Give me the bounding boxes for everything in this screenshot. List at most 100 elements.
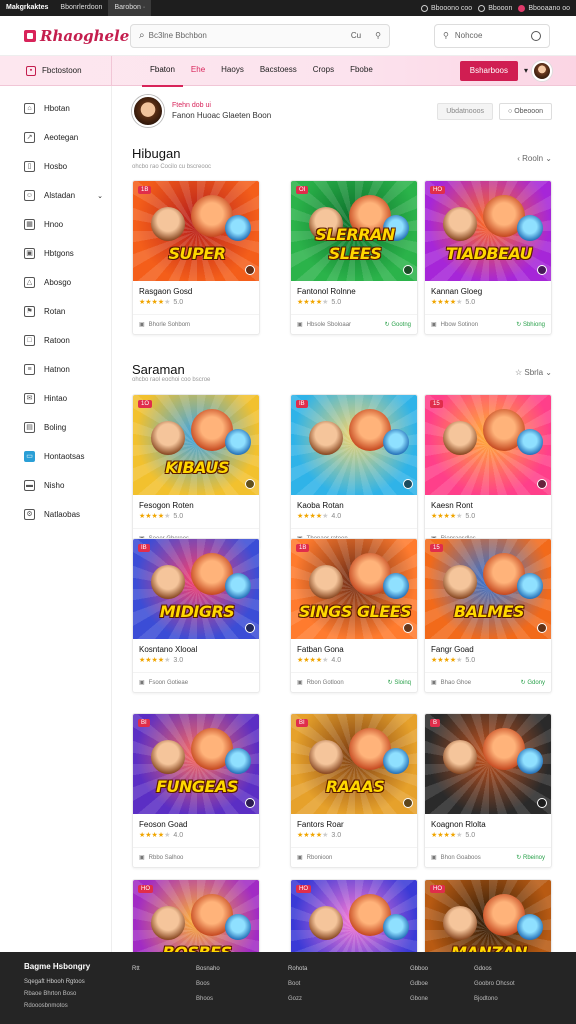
nav-home[interactable]: ▪ Fbctostoon — [0, 55, 112, 86]
sidebar-item[interactable]: ⚙ Natlaobas — [0, 500, 111, 529]
game-thumbnail[interactable]: 15 BALMES — [425, 539, 551, 639]
game-title[interactable]: Fantonol Rolnne — [291, 281, 417, 296]
secondary-search-input[interactable]: ⚲ Nohcoe — [434, 23, 550, 48]
sidebar-item[interactable]: ▭ Hontaotsas — [0, 442, 111, 471]
sidebar-item[interactable]: ▤ Boling — [0, 413, 111, 442]
game-card[interactable]: B Koagnon Rlolta ★★★★★ 5.0 ▣ Bhon Goaboos ↻ Rb… — [424, 713, 552, 868]
nav-link-5[interactable]: Crops — [305, 55, 342, 87]
more-icon[interactable] — [245, 265, 255, 275]
more-icon[interactable] — [537, 798, 547, 808]
sidebar-item[interactable]: ☺ Alstadan ⌄ — [0, 181, 111, 210]
more-icon[interactable] — [403, 479, 413, 489]
game-thumbnail[interactable]: 1B SUPER — [133, 181, 259, 281]
footer-link[interactable]: Boot — [288, 977, 307, 992]
profile-open-button[interactable]: ○ Obeooon — [499, 102, 552, 120]
footer-link[interactable]: Rdooosbnmotos — [24, 1000, 85, 1012]
game-title[interactable]: Kaoba Rotan — [291, 495, 417, 510]
footer-link[interactable]: Gbboo — [410, 962, 428, 977]
game-title[interactable]: Fantors Roar — [291, 814, 417, 829]
footer-link[interactable]: Gdoos — [474, 962, 515, 977]
site-logo[interactable]: Rhaoghele — [0, 27, 130, 45]
sidebar-item[interactable]: ▯ Hosbo — [0, 152, 111, 181]
chevron-down-icon[interactable]: ⌄ — [97, 192, 103, 200]
nav-link-2[interactable]: Ehe — [183, 55, 213, 87]
more-icon[interactable] — [537, 479, 547, 489]
game-thumbnail[interactable]: B — [425, 714, 551, 814]
chevron-down-icon[interactable]: ▾ — [524, 66, 528, 75]
section-link-1[interactable]: ‹ Rooln ⌄ — [517, 154, 552, 163]
sysbar-item-1[interactable]: Bbooono coo — [420, 4, 472, 12]
cta-button[interactable]: Bsharboos — [459, 60, 518, 81]
game-card[interactable]: 1B SUPER Rasgaon Gosd ★★★★★ 5.0 ▣ Bhorle Sohbo… — [132, 180, 260, 335]
sidebar-item[interactable]: ▣ Hbtgons — [0, 239, 111, 268]
more-icon[interactable] — [403, 623, 413, 633]
profile-update-button[interactable]: Ubdatnooos — [437, 102, 493, 120]
footer-link[interactable]: Rtt — [132, 962, 140, 977]
footer-link[interactable]: Rohota — [288, 962, 307, 977]
sidebar-item[interactable]: ▬ Nisho — [0, 471, 111, 500]
nav-link-4[interactable]: Bacstoess — [252, 55, 305, 87]
sidebar-item[interactable]: △ Abosgo — [0, 268, 111, 297]
profile-avatar[interactable] — [132, 95, 164, 127]
card-status[interactable]: ↻ Rbeinoy — [516, 854, 545, 861]
card-status[interactable]: ↻ Gootng — [385, 321, 411, 328]
user-avatar[interactable] — [532, 60, 552, 81]
game-card[interactable]: IBKaoba Rotan★★★★★4.0▣Tbonaor rateen — [290, 394, 418, 549]
sysbar-item-3[interactable]: Bbooaano oo — [518, 4, 570, 12]
game-card[interactable]: IB MIDIGRS Kosntano Xlooal ★★★★★ 3.0 ▣ Fsoon G… — [132, 538, 260, 693]
sidebar-item[interactable]: □ Ratoon — [0, 326, 111, 355]
footer-link[interactable]: Goobro Ohcsot — [474, 977, 515, 992]
more-icon[interactable] — [403, 265, 413, 275]
more-icon[interactable] — [403, 798, 413, 808]
game-thumbnail[interactable]: BI RAAAS — [291, 714, 417, 814]
footer-link[interactable]: Gbone — [410, 992, 428, 1007]
footer-link[interactable]: Bosnaho — [196, 962, 220, 977]
footer-link[interactable]: Boos — [196, 977, 220, 992]
more-icon[interactable] — [245, 479, 255, 489]
game-title[interactable]: Fatban Gona — [291, 639, 417, 654]
sidebar-item[interactable]: ↗ Aeotegan — [0, 123, 111, 152]
game-thumbnail[interactable]: HO BOSBES — [133, 880, 259, 952]
footer-link[interactable]: Rbaoe Bhrton Boso — [24, 988, 85, 1000]
game-title[interactable]: Fesogon Roten — [133, 495, 259, 510]
more-icon[interactable] — [245, 798, 255, 808]
game-thumbnail[interactable]: IB — [291, 395, 417, 495]
game-thumbnail[interactable]: 1O KIBAUS — [133, 395, 259, 495]
game-title[interactable]: Kosntano Xlooal — [133, 639, 259, 654]
sidebar-item[interactable]: ≡ Hatnon — [0, 355, 111, 384]
more-icon[interactable] — [537, 265, 547, 275]
game-card[interactable]: HO TIADBEAU Kannan Gloeg ★★★★★ 5.0 ▣ Hbow Soti… — [424, 180, 552, 335]
game-thumbnail[interactable]: OI SLERRAN SLEES — [291, 181, 417, 281]
settings-circle-icon[interactable] — [531, 30, 541, 41]
game-thumbnail[interactable]: HO MANZAN — [425, 880, 551, 952]
card-status[interactable]: ↻ Sbhiong — [516, 321, 545, 328]
game-card[interactable]: HO — [290, 879, 418, 952]
game-title[interactable]: Feoson Goad — [133, 814, 259, 829]
game-thumbnail[interactable]: HO TIADBEAU — [425, 181, 551, 281]
game-card[interactable]: BI RAAAS Fantors Roar ★★★★★ 3.0 ▣ Rbonioon — [290, 713, 418, 868]
game-thumbnail[interactable]: 1B SINGS GLEES — [291, 539, 417, 639]
game-title[interactable]: Fangr Goad — [425, 639, 551, 654]
sidebar-item[interactable]: ▦ Hnoo — [0, 210, 111, 239]
sidebar-item[interactable]: ⌂ Hbotan — [0, 94, 111, 123]
card-status[interactable]: ↻ Sloinq — [388, 679, 411, 686]
game-title[interactable]: Rasgaon Gosd — [133, 281, 259, 296]
nav-link-6[interactable]: Fbobe — [342, 55, 381, 87]
nav-link-1[interactable]: Fbaton — [142, 55, 183, 87]
game-card[interactable]: OI SLERRAN SLEES Fantonol Rolnne ★★★★★ 5.0 ▣ H… — [290, 180, 418, 335]
card-status[interactable]: ↻ Gdony — [521, 679, 545, 686]
game-thumbnail[interactable]: HO — [291, 880, 417, 952]
game-thumbnail[interactable]: 15 — [425, 395, 551, 495]
search-icon[interactable]: ⚲ — [375, 31, 381, 40]
footer-link[interactable]: Bjodtono — [474, 992, 515, 1007]
footer-link[interactable]: Gozz — [288, 992, 307, 1007]
game-card[interactable]: HO MANZAN — [424, 879, 552, 952]
game-card[interactable]: 1B SINGS GLEES Fatban Gona ★★★★★ 4.0 ▣ Rbon Go… — [290, 538, 418, 693]
sidebar-item[interactable]: ⚑ Rotan — [0, 297, 111, 326]
game-card[interactable]: 1OKIBAUSFesogon Roten★★★★★5.0▣Soeer Gbcr… — [132, 394, 260, 549]
browser-tab-2[interactable]: Bbonrlerdoon — [54, 0, 108, 16]
more-icon[interactable] — [537, 623, 547, 633]
search-input[interactable]: ⌕ Bc3lne Bbchbon Cu ⚲ — [130, 23, 390, 48]
game-thumbnail[interactable]: BI FUNGEAS — [133, 714, 259, 814]
game-card[interactable]: 15 BALMES Fangr Goad ★★★★★ 5.0 ▣ Bhao Ghoe ↻ Gd… — [424, 538, 552, 693]
